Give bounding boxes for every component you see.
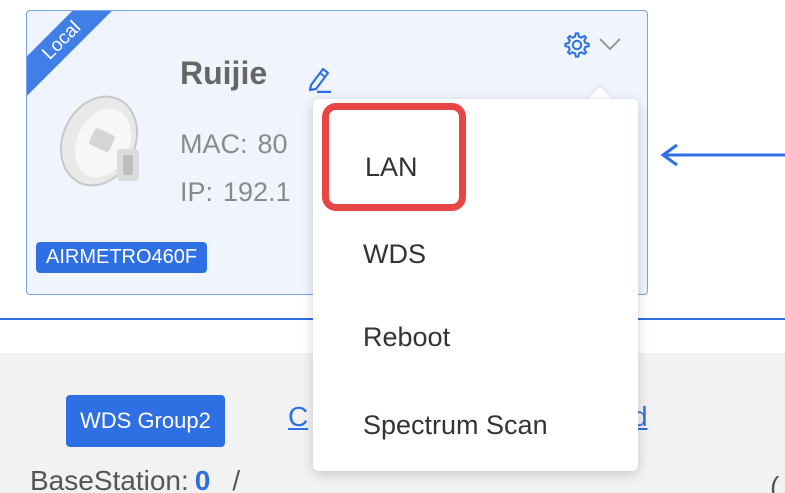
base-station-count: BaseStation: 0 / xyxy=(30,465,240,493)
highlight-box xyxy=(322,103,466,211)
wds-group-badge[interactable]: WDS Group2 xyxy=(66,395,225,447)
menu-item-wds[interactable]: WDS xyxy=(313,224,638,284)
arrow-left-icon xyxy=(660,143,785,167)
ip-label: IP: xyxy=(180,177,214,207)
device-name: Ruijie xyxy=(180,55,268,91)
mac-label: MAC: xyxy=(180,129,248,159)
device-image xyxy=(60,95,139,187)
model-badge: AIRMETRO460F xyxy=(36,242,208,273)
ip-address: IP: 192.1 xyxy=(180,177,291,208)
base-station-label: BaseStation: xyxy=(30,465,189,493)
menu-item-reboot[interactable]: Reboot xyxy=(313,307,638,367)
mac-address: MAC: 80 xyxy=(180,129,288,160)
ip-value: 192.1 xyxy=(223,177,291,207)
gear-icon[interactable] xyxy=(563,31,591,59)
local-ribbon: Local xyxy=(27,11,118,97)
menu-item-spectrum-scan[interactable]: Spectrum Scan xyxy=(313,395,638,455)
base-station-value[interactable]: 0 xyxy=(195,465,211,493)
mac-value: 80 xyxy=(257,129,288,159)
right-edge-fragment: ( xyxy=(770,471,780,493)
screen: Local Ruijie MAC: 80 IP: 192.1 AIRMETRO460… xyxy=(0,0,785,493)
chevron-down-icon[interactable] xyxy=(597,35,623,53)
group-link-left[interactable]: C xyxy=(288,401,308,433)
edit-icon[interactable] xyxy=(305,63,333,93)
base-station-suffix: / xyxy=(232,465,241,493)
